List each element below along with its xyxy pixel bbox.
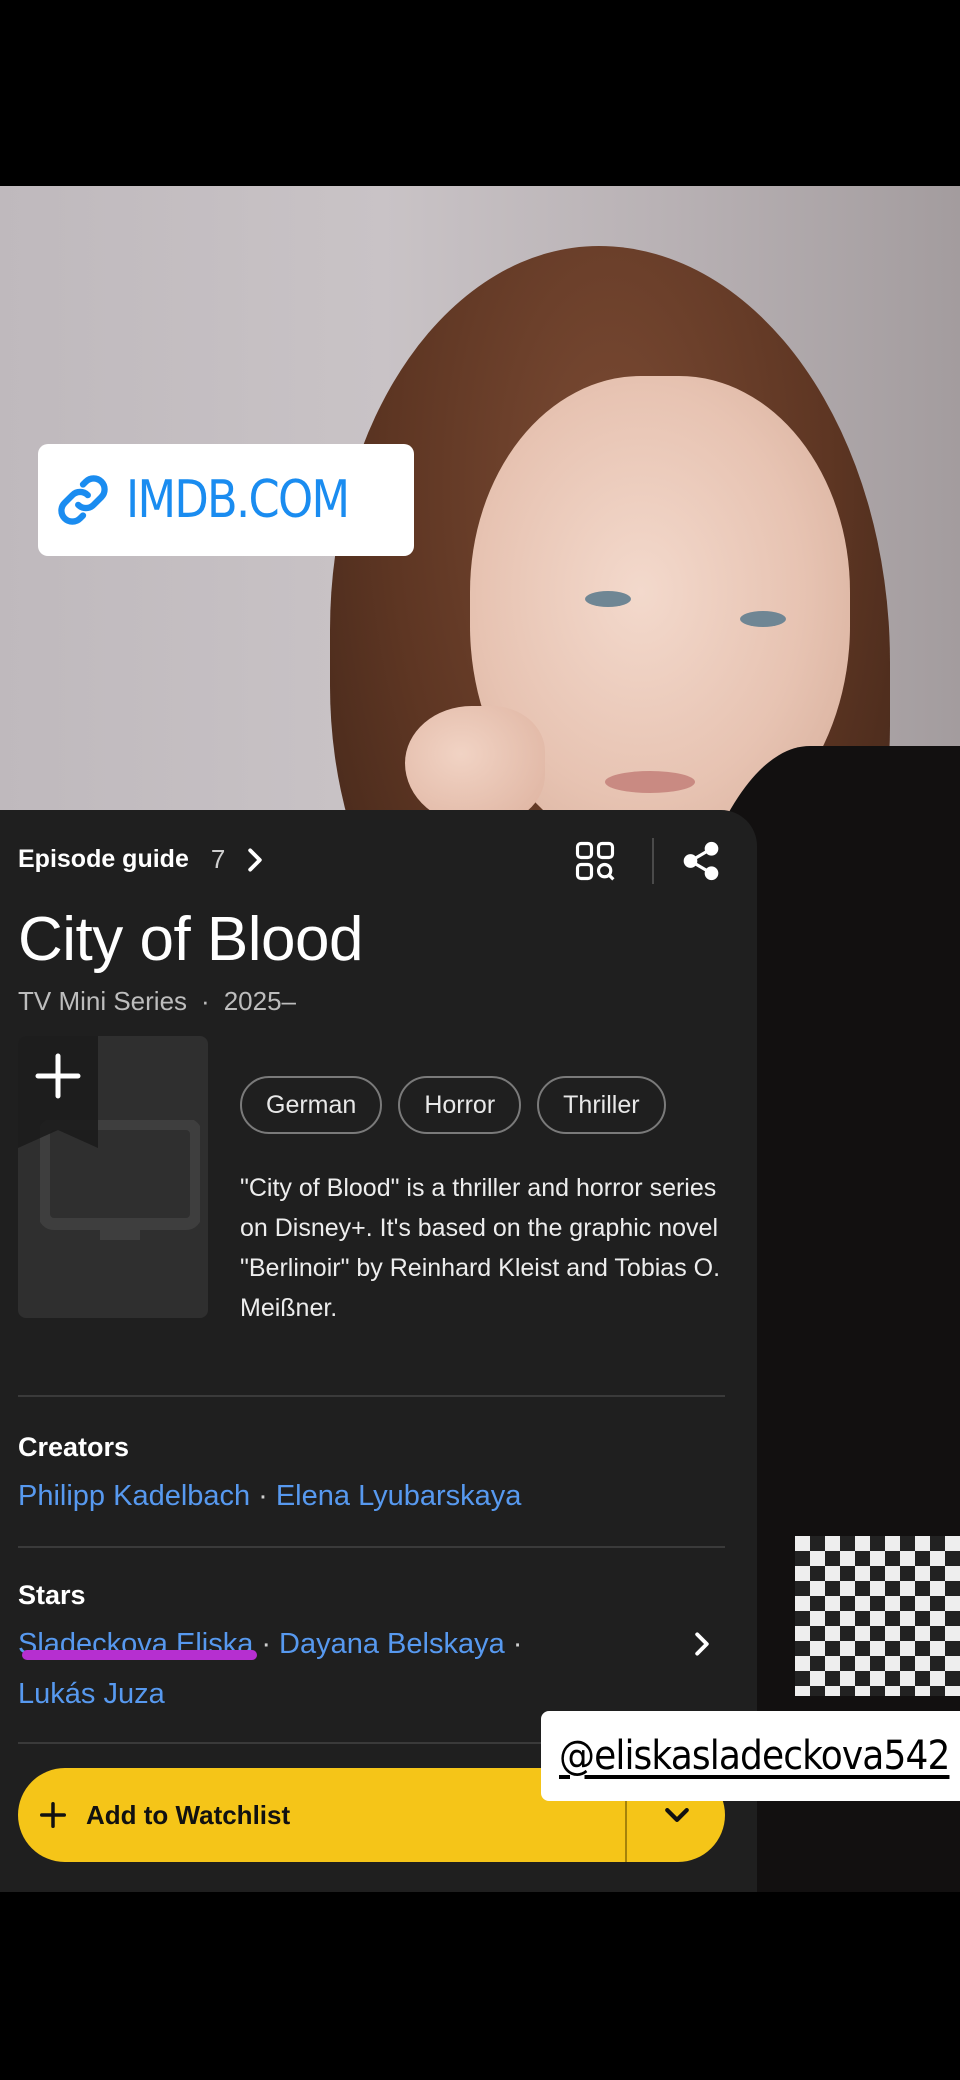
name-separator: ·: [258, 1480, 268, 1512]
chevron-right-icon: [248, 847, 263, 872]
title-years: 2025–: [223, 986, 297, 1016]
name-separator: ·: [512, 1628, 523, 1660]
section-divider: [18, 1395, 725, 1397]
title-type: TV Mini Series: [18, 986, 188, 1016]
star-link[interactable]: Lukás Juza: [18, 1678, 165, 1710]
watchlist-bookmark-icon[interactable]: [18, 1036, 98, 1148]
photo-eye-left: [585, 591, 631, 607]
add-to-watchlist-label: Add to Watchlist: [86, 1799, 291, 1830]
photo-eye-right: [740, 611, 786, 627]
name-separator: ·: [261, 1628, 272, 1660]
creator-link[interactable]: Philipp Kadelbach: [18, 1480, 250, 1512]
genre-chip[interactable]: Thriller: [537, 1076, 666, 1134]
photo-lips: [605, 771, 695, 793]
genre-chip[interactable]: German: [240, 1076, 383, 1134]
photo-pattern: [795, 1536, 960, 1696]
link-icon: [58, 475, 108, 525]
creator-link[interactable]: Elena Lyubarskaya: [276, 1480, 522, 1512]
username-sticker[interactable]: @eliskasladeckova542: [541, 1711, 960, 1801]
plus-icon: [40, 1802, 66, 1828]
episode-guide-label: Episode guide: [18, 845, 189, 873]
genre-chips: German Horror Thriller: [240, 1076, 666, 1134]
photo-hand: [405, 706, 545, 826]
episode-guide-row[interactable]: Episode guide 7: [18, 844, 263, 875]
plot-text-1: "City of Blood" is a thriller and horror…: [240, 1174, 717, 1202]
stars-list: Sladeckova Eliska · Dayana Belskaya · Lukás …: [18, 1619, 698, 1719]
section-divider: [18, 1546, 725, 1548]
star-link[interactable]: Sladeckova Eliska: [18, 1628, 253, 1660]
grid-search-icon[interactable]: [574, 840, 616, 882]
creators-label: Creators: [18, 1432, 130, 1462]
plot-highlight: on Disney+: [240, 1214, 366, 1242]
star-link[interactable]: Dayana Belskaya: [279, 1628, 505, 1660]
genre-chip[interactable]: Horror: [398, 1076, 522, 1134]
title-meta: TV Mini Series · 2025–: [18, 986, 296, 1017]
stars-label: Stars: [18, 1580, 86, 1610]
chevron-down-icon[interactable]: [664, 1802, 690, 1828]
header-divider: [652, 838, 654, 884]
link-sticker-text: IMDB.COM: [126, 470, 350, 530]
meta-separator: ·: [201, 986, 210, 1016]
username-text: @eliskasladeckova542: [559, 1733, 950, 1779]
episode-count: 7: [210, 844, 226, 874]
poster-placeholder[interactable]: [18, 1036, 208, 1318]
page-title: City of Blood: [18, 905, 364, 974]
creators-list: Philipp Kadelbach · Elena Lyubarskaya: [18, 1471, 698, 1521]
plot-summary: "City of Blood" is a thriller and horror…: [240, 1168, 740, 1328]
share-icon[interactable]: [680, 840, 722, 882]
chevron-right-icon[interactable]: [694, 1630, 710, 1658]
link-sticker[interactable]: IMDB.COM: [38, 444, 414, 556]
